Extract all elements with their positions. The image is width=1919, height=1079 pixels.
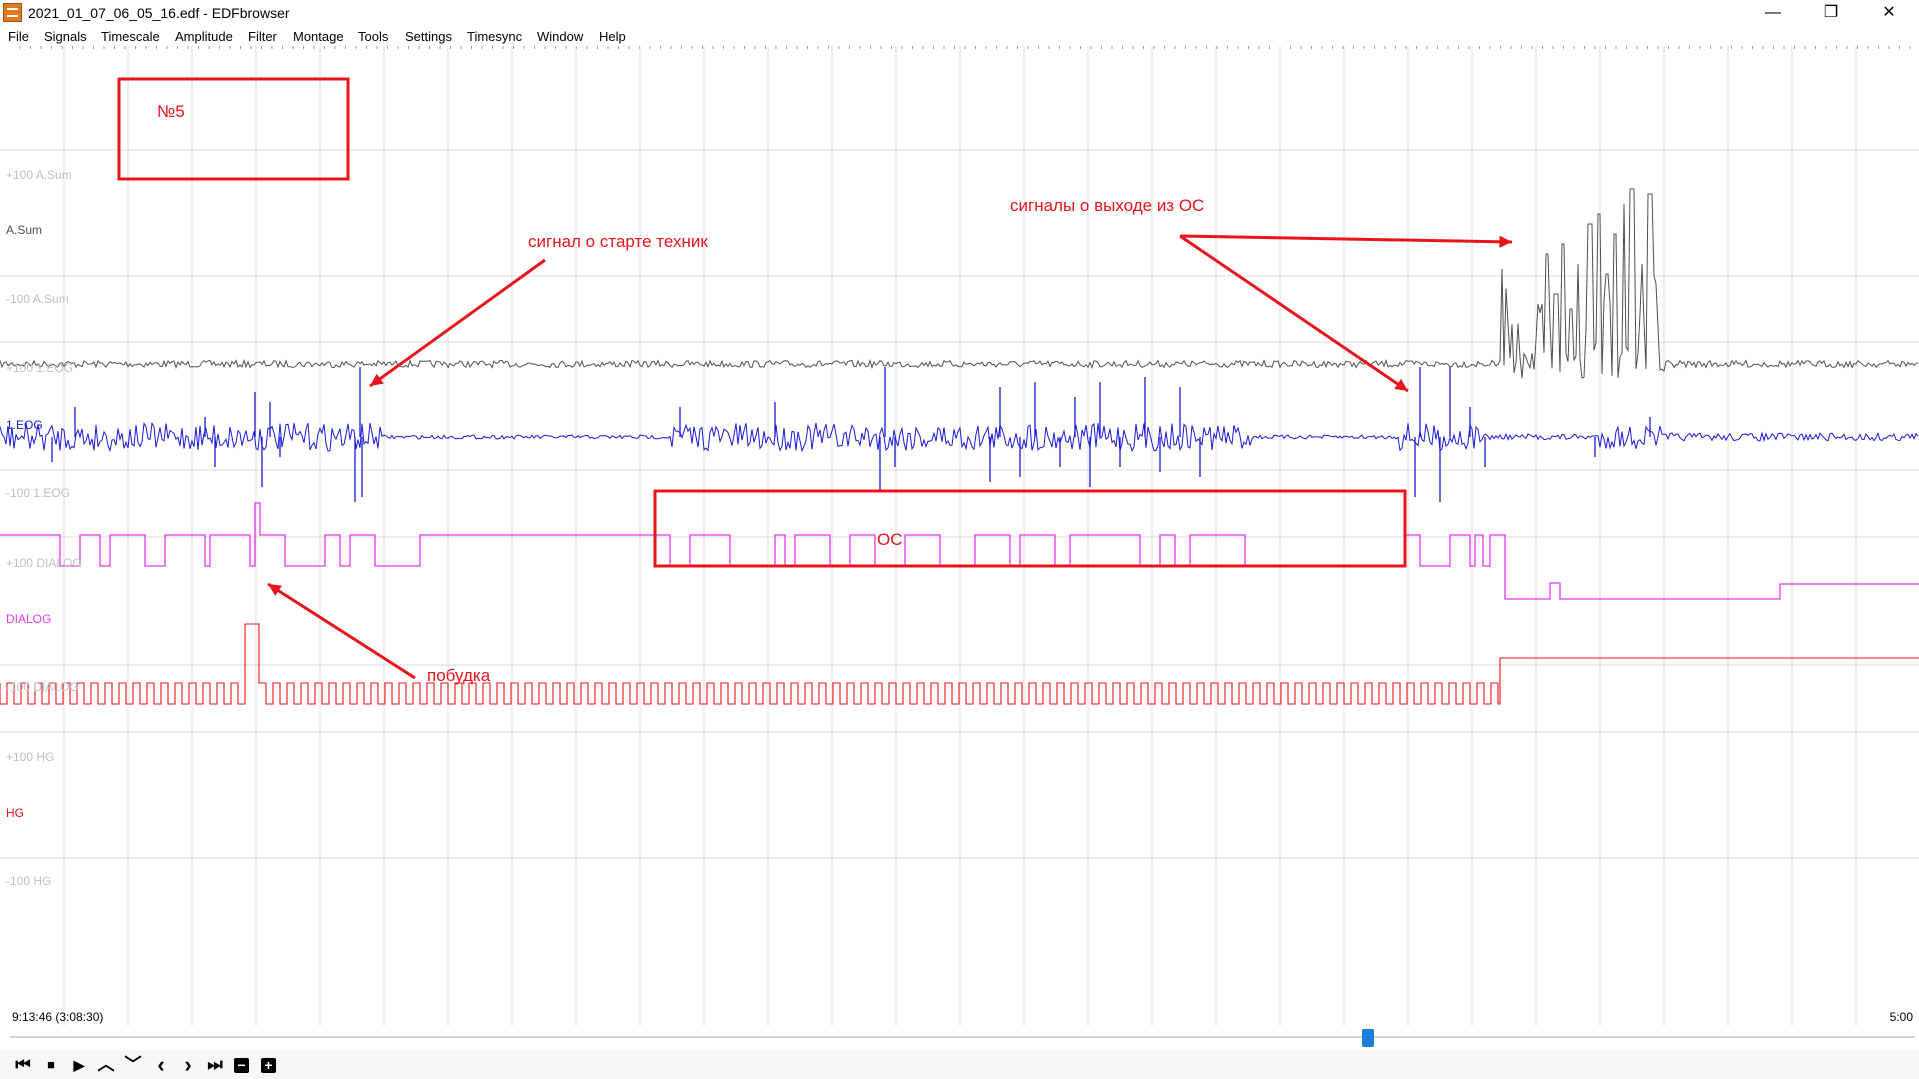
first-page-icon[interactable]: ⏮ [12, 1054, 34, 1076]
close-button[interactable]: ✕ [1866, 0, 1912, 26]
maximize-button[interactable]: ❐ [1808, 0, 1854, 26]
menu-montage[interactable]: Montage [293, 29, 344, 44]
window-title: 2021_01_07_06_05_16.edf - EDFbrowser [28, 5, 290, 21]
scroll-down-icon[interactable]: ﹀ [122, 1054, 144, 1076]
menu-file[interactable]: File [8, 29, 29, 44]
navigation-toolbar: ⏮ ■ ▶ ︿ ﹀ ‹ › ⏭ − + [0, 1050, 1919, 1079]
app-icon [3, 3, 22, 22]
title-bar: 2021_01_07_06_05_16.edf - EDFbrowser — ❐… [0, 0, 1919, 26]
dialog-bottom-label: -100 DIALOG [6, 680, 79, 694]
zoom-out-icon[interactable]: − [234, 1058, 249, 1073]
previous-page-icon[interactable]: ‹ [150, 1054, 172, 1076]
scroll-up-icon[interactable]: ︿ [95, 1054, 117, 1076]
eog-bottom-label: -100 1.EOG [6, 486, 71, 500]
asum-top-label: +100 A.Sum [6, 168, 72, 182]
zoom-in-icon[interactable]: + [261, 1058, 276, 1073]
menu-settings[interactable]: Settings [405, 29, 452, 44]
menu-amplitude[interactable]: Amplitude [175, 29, 233, 44]
dialog-label[interactable]: DIALOG [6, 612, 51, 626]
annotation-box-label: №5 [157, 102, 185, 121]
hg-label[interactable]: HG [6, 806, 24, 820]
eog-label[interactable]: 1.EOG [6, 418, 43, 432]
stop-icon[interactable]: ■ [40, 1054, 62, 1076]
hg-top-label: +100 HG [6, 750, 55, 764]
eog-top-label: +100 1.EOG [6, 361, 74, 375]
menu-signals[interactable]: Signals [44, 29, 87, 44]
menu-filter[interactable]: Filter [248, 29, 277, 44]
menu-tools[interactable]: Tools [358, 29, 388, 44]
menu-help[interactable]: Help [599, 29, 626, 44]
asum-bottom-label: -100 A.Sum [6, 292, 69, 306]
hg-bottom-label: -100 HG [6, 874, 52, 888]
time-scrollbar[interactable] [0, 1028, 1919, 1047]
asum-label[interactable]: A.Sum [6, 223, 42, 237]
scroll-track[interactable] [10, 1036, 1915, 1038]
annotation-os-label: ОС [877, 530, 903, 549]
next-page-icon[interactable]: › [177, 1054, 199, 1076]
annotation-technique-start: сигнал о старте техник [528, 232, 708, 251]
annotation-wakeup: побудка [427, 666, 491, 685]
last-page-icon[interactable]: ⏭ [204, 1054, 226, 1076]
menu-bar: File Signals Timescale Amplitude Filter … [0, 26, 1919, 46]
minimize-button[interactable]: — [1750, 0, 1796, 26]
dialog-top-label: +100 DIALOG [6, 556, 82, 570]
time-window-label: 5:00 [1889, 1010, 1913, 1024]
menu-timescale[interactable]: Timescale [101, 29, 160, 44]
menu-timesync[interactable]: Timesync [467, 29, 522, 44]
menu-window[interactable]: Window [537, 29, 583, 44]
signal-canvas[interactable] [0, 46, 1919, 1033]
scroll-thumb[interactable] [1361, 1029, 1374, 1047]
annotation-exit-signals: сигналы о выходе из ОС [1010, 196, 1205, 215]
time-start-label: 9:13:46 (3:08:30) [12, 1010, 104, 1024]
signal-plot-area[interactable]: +100 A.Sum A.Sum -100 A.Sum +100 1.EOG 1… [0, 46, 1919, 1033]
play-icon[interactable]: ▶ [68, 1054, 90, 1076]
